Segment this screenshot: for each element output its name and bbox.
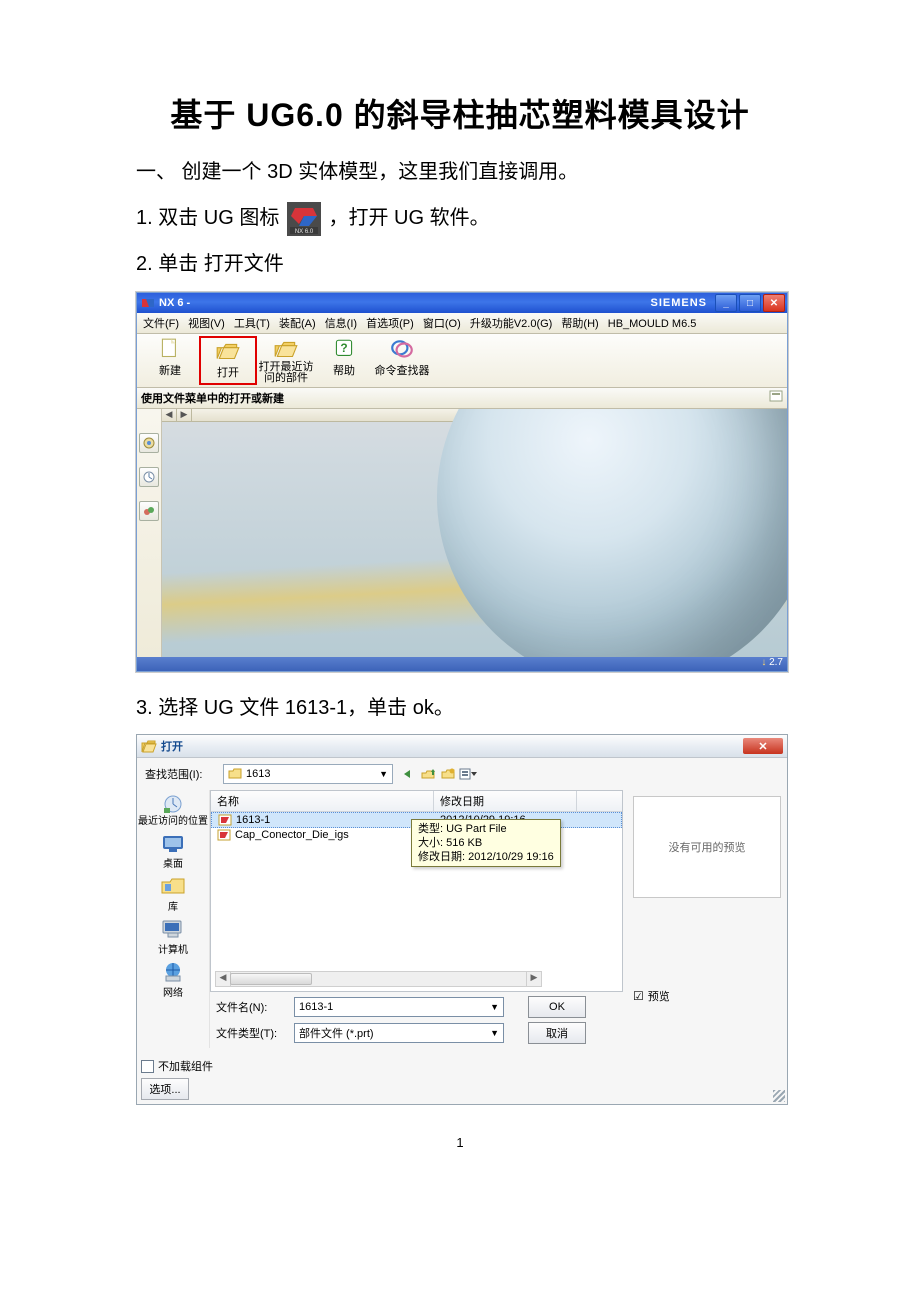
no-load-label: 不加载组件 [158,1058,213,1074]
siemens-brand: SIEMENS [650,297,707,309]
nx-canvas: ◀▶ [162,409,787,657]
no-load-checkbox[interactable] [141,1060,154,1073]
look-in-combo[interactable]: 1613 ▼ [223,764,393,784]
open-dialog-icon [141,738,157,754]
open-dialog-title: 打开 [161,738,743,754]
folder-icon [228,768,242,780]
canvas-earth [437,409,787,657]
file-tooltip: 类型: UG Part File 大小: 516 KB 修改日期: 2012/1… [411,819,561,867]
nx-status-bar: 使用文件菜单中的打开或新建 [137,388,787,409]
side-btn-2[interactable] [139,467,159,487]
tb-open[interactable]: 打开 [199,336,257,385]
status-right-icon[interactable] [769,390,783,406]
step1-text-b: ，打开 UG 软件。 [328,207,489,229]
minimize-button[interactable]: _ [715,294,737,312]
nx-window-title: NX 6 - [159,297,650,309]
ok-button[interactable]: OK [528,996,586,1018]
status-text: 使用文件菜单中的打开或新建 [141,390,284,406]
open-icon [215,340,241,362]
places-bar: 最近访问的位置 桌面 库 计算机 [137,790,210,1048]
side-btn-3[interactable] [139,501,159,521]
svg-text:NX 6.0: NX 6.0 [295,229,314,235]
side-btn-1[interactable] [139,433,159,453]
col-date[interactable]: 修改日期 [434,791,577,811]
close-button[interactable]: ✕ [763,294,785,312]
nx-desktop-icon: NX 6.0 [287,202,321,236]
up-icon[interactable] [419,766,437,782]
file-list-hscroll[interactable]: ◀▶ [215,971,542,987]
file-name-label: 文件名(N): [216,999,288,1015]
tb-open-recent[interactable]: 打开最近访问的部件 [257,336,315,385]
resize-grip-icon[interactable] [773,1090,785,1102]
page-number: 1 [136,1135,784,1150]
tb-help[interactable]: ? 帮助 [315,336,373,385]
open-dialog-close-button[interactable]: ✕ [743,738,783,754]
nx-main-window: NX 6 - SIEMENS _ □ ✕ 文件(F) 视图(V) 工具(T) 装… [136,292,788,672]
nx-logo-icon [141,296,155,310]
command-finder-icon [389,338,415,360]
nx-bottom-bar: ↓ 2.7 [137,657,787,671]
file-type-input[interactable]: 部件文件 (*.prt)▼ [294,1023,504,1043]
file-name-input[interactable]: 1613-1▼ [294,997,504,1017]
open-dialog: 打开 ✕ 查找范围(I): 1613 ▼ [136,734,788,1105]
step-3: 3. 选择 UG 文件 1613-1，单击 ok。 [136,690,784,726]
cancel-button[interactable]: 取消 [528,1022,586,1044]
menu-view[interactable]: 视图(V) [188,318,225,330]
nx-titlebar: NX 6 - SIEMENS _ □ ✕ [137,293,787,313]
place-network[interactable]: 网络 [159,960,187,999]
back-icon[interactable] [399,766,417,782]
file-list[interactable]: 名称 修改日期 1613-1 2012/10/29 19:16 [210,790,623,992]
open-dialog-titlebar: 打开 ✕ [137,735,787,758]
open-recent-icon [273,338,299,360]
new-folder-icon[interactable] [439,766,457,782]
menu-upgrade[interactable]: 升级功能V2.0(G) [470,318,553,330]
look-in-label: 查找范围(I): [145,766,217,782]
view-menu-icon[interactable] [459,766,477,782]
svg-text:?: ? [340,341,347,355]
preview-box: 没有可用的预览 [633,796,781,898]
tb-new[interactable]: 新建 [141,336,199,385]
preview-checkbox[interactable]: ☑ [633,989,644,1003]
maximize-button[interactable]: □ [739,294,761,312]
menu-help[interactable]: 帮助(H) [561,318,598,330]
menu-hbmould[interactable]: HB_MOULD M6.5 [608,318,697,330]
menu-info[interactable]: 信息(I) [325,318,357,330]
menu-file[interactable]: 文件(F) [143,318,179,330]
place-libraries[interactable]: 库 [159,874,187,913]
nx-menubar: 文件(F) 视图(V) 工具(T) 装配(A) 信息(I) 首选项(P) 窗口(… [137,313,787,334]
menu-assembly[interactable]: 装配(A) [279,318,316,330]
menu-prefs[interactable]: 首选项(P) [366,318,414,330]
step-1: 1. 双击 UG 图标 NX 6.0 ，打开 UG 软件。 [136,200,784,236]
place-recent[interactable]: 最近访问的位置 [138,792,208,827]
step1-text-a: 1. 双击 UG 图标 [136,207,279,229]
ugpart-icon [217,829,231,841]
new-icon [157,338,183,360]
tb-command-finder[interactable]: 命令查找器 [373,336,431,385]
menu-window[interactable]: 窗口(O) [423,318,461,330]
options-button[interactable]: 选项... [141,1078,189,1100]
preview-label: 预览 [648,988,670,1004]
nx-sidebar [137,409,162,657]
step-2: 2. 单击 打开文件 [136,246,784,282]
menu-tools[interactable]: 工具(T) [234,318,270,330]
place-desktop[interactable]: 桌面 [159,831,187,870]
place-computer[interactable]: 计算机 [158,917,188,956]
nx-toolbar: 新建 打开 打开最近访问的部件 ? 帮助 命令查找器 [137,334,787,388]
col-name[interactable]: 名称 [211,791,434,811]
doc-title: 基于 UG6.0 的斜导柱抽芯塑料模具设计 [136,90,784,136]
section-heading: 一、 创建一个 3D 实体模型，这里我们直接调用。 [136,154,784,190]
file-list-header[interactable]: 名称 修改日期 [211,791,622,812]
file-type-label: 文件类型(T): [216,1025,288,1041]
help-icon: ? [331,338,357,360]
ugpart-icon [218,814,232,826]
